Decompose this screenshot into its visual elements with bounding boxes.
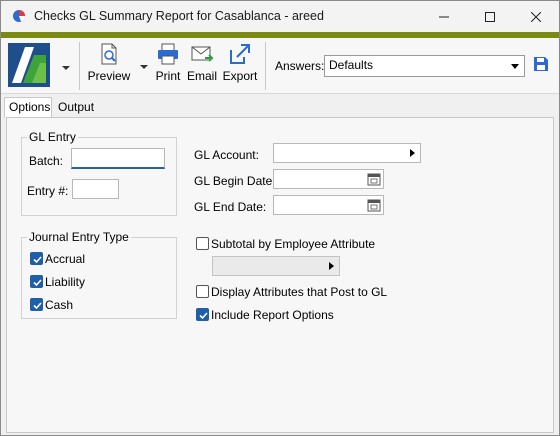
subtotal-by-employee-attribute-label: Subtotal by Employee Attribute <box>211 237 376 251</box>
minimize-button[interactable] <box>421 1 467 32</box>
subtotal-by-employee-attribute-checkbox[interactable] <box>196 237 209 250</box>
gl-entry-title: GL Entry <box>27 130 78 144</box>
cash-checkbox[interactable] <box>30 298 43 311</box>
batch-input[interactable] <box>71 148 165 169</box>
batch-label: Batch: <box>29 154 64 168</box>
email-button[interactable]: Email <box>186 42 218 90</box>
title-bar: Checks GL Summary Report for Casablanca … <box>1 1 559 32</box>
app-pie-icon <box>12 9 26 23</box>
include-report-options-label: Include Report Options <box>211 308 334 322</box>
journal-entry-type-title: Journal Entry Type <box>27 230 131 244</box>
tab-options-label: Options <box>9 100 51 114</box>
gl-end-date-input[interactable] <box>273 195 384 215</box>
chevron-right-icon <box>329 262 334 270</box>
close-button[interactable] <box>513 1 559 32</box>
options-panel: GL Entry Batch: Entry #: Journal Entry T… <box>6 117 554 433</box>
gl-end-date-label: GL End Date: <box>194 200 267 214</box>
journal-entry-type-group: Journal Entry Type Accrual Liability Cas… <box>21 230 177 319</box>
answers-label: Answers: <box>275 59 325 73</box>
answers-select[interactable]: Defaults <box>324 55 525 77</box>
employee-attribute-field[interactable] <box>212 256 340 276</box>
print-button[interactable]: Print <box>153 42 183 90</box>
display-attributes-label: Display Attributes that Post to GL <box>211 285 388 299</box>
logo-menu-chevron-down-icon[interactable] <box>61 61 71 70</box>
chevron-down-icon <box>511 64 519 69</box>
export-label: Export <box>222 69 258 83</box>
gl-entry-group: GL Entry Batch: Entry #: <box>21 130 177 216</box>
export-button[interactable]: Export <box>222 42 258 90</box>
chevron-right-icon <box>410 149 415 157</box>
liability-checkbox[interactable] <box>30 275 43 288</box>
report-window: Checks GL Summary Report for Casablanca … <box>0 0 560 436</box>
answers-value: Defaults <box>329 58 374 72</box>
calendar-icon[interactable] <box>367 172 381 186</box>
email-label: Email <box>186 69 217 83</box>
accrual-label: Accrual <box>45 252 86 266</box>
preview-icon <box>101 43 117 65</box>
entry-number-input[interactable] <box>72 179 119 199</box>
include-report-options-checkbox[interactable] <box>196 308 209 321</box>
tab-options[interactable]: Options <box>4 97 52 118</box>
gl-account-label: GL Account: <box>194 148 259 162</box>
display-attributes-checkbox[interactable] <box>196 285 209 298</box>
preview-label: Preview <box>87 69 131 83</box>
entry-number-label: Entry #: <box>27 184 69 198</box>
app-logo[interactable] <box>8 43 50 87</box>
window-title: Checks GL Summary Report for Casablanca … <box>34 9 324 23</box>
preview-button[interactable]: Preview <box>87 42 131 90</box>
toolbar-separator <box>79 42 80 90</box>
gl-begin-date-input[interactable] <box>273 169 384 189</box>
accrual-checkbox[interactable] <box>30 252 43 265</box>
email-icon <box>191 46 214 62</box>
cash-label: Cash <box>45 298 74 312</box>
save-answers-icon[interactable] <box>533 56 549 72</box>
gl-begin-date-label: GL Begin Date: <box>194 174 276 188</box>
maximize-button[interactable] <box>467 1 513 32</box>
calendar-icon[interactable] <box>367 198 381 212</box>
liability-label: Liability <box>45 275 86 289</box>
preview-chevron-down-icon[interactable] <box>139 60 149 74</box>
gl-account-field[interactable] <box>273 143 421 163</box>
print-label: Print <box>155 69 181 83</box>
toolbar: Preview Print Email Export Answers: Defa… <box>1 38 559 94</box>
printer-icon <box>158 43 178 65</box>
tab-output[interactable]: Output <box>54 98 100 118</box>
toolbar-separator <box>265 42 266 90</box>
export-icon <box>230 44 250 64</box>
tab-output-label: Output <box>58 100 95 114</box>
